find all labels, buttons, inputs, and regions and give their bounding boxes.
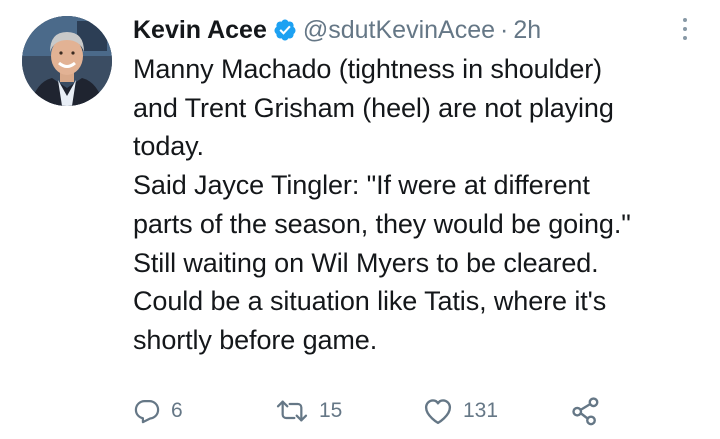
retweet-button[interactable]: 15 (275, 396, 342, 426)
avatar-photo (22, 16, 112, 106)
avatar[interactable] (22, 16, 112, 106)
like-button[interactable]: 131 (423, 396, 498, 426)
tweet-text-line: Could be a situation like Tatis, where i… (133, 286, 607, 317)
tweet-text-line: Still waiting on Wil Myers to be cleared… (133, 247, 599, 278)
tweet-text-line: today. (133, 131, 204, 162)
separator-dot: · (500, 15, 509, 44)
tweet-text-line: parts of the season, they would be going… (133, 208, 631, 239)
tweet-actions: 6 15 131 (133, 396, 693, 426)
author-name[interactable]: Kevin Acee (133, 16, 267, 45)
share-icon (572, 397, 599, 426)
verified-badge-icon (274, 19, 296, 41)
tweet-text-line: Manny Machado (tightness in shoulder) (133, 54, 603, 84)
reply-icon (134, 399, 160, 424)
retweet-count: 15 (319, 399, 343, 422)
retweet-icon (276, 400, 308, 422)
tweet-text-line: shortly before game. (133, 324, 378, 355)
menu-dot (683, 36, 687, 40)
tweet-text: Manny Machado (tightness in shoulder) an… (133, 50, 708, 360)
menu-dot (683, 27, 687, 31)
tweet-timestamp[interactable]: 2h (513, 16, 541, 45)
author-handle[interactable]: @sdutKevinAcee (303, 16, 495, 45)
like-count: 131 (463, 399, 499, 422)
menu-dot (683, 18, 687, 22)
reply-count: 6 (171, 399, 183, 422)
tweet-text-line: Said Jayce Tingler: "If were at differen… (133, 170, 590, 201)
tweet-header: Kevin Acee @sdutKevinAcee · 2h (133, 12, 541, 48)
more-vertical-icon[interactable] (678, 14, 692, 44)
reply-button[interactable]: 6 (133, 396, 183, 426)
heart-icon (424, 399, 452, 425)
tweet-text-line: and Trent Grisham (heel) are not playing (133, 92, 614, 123)
share-button[interactable] (570, 396, 602, 426)
